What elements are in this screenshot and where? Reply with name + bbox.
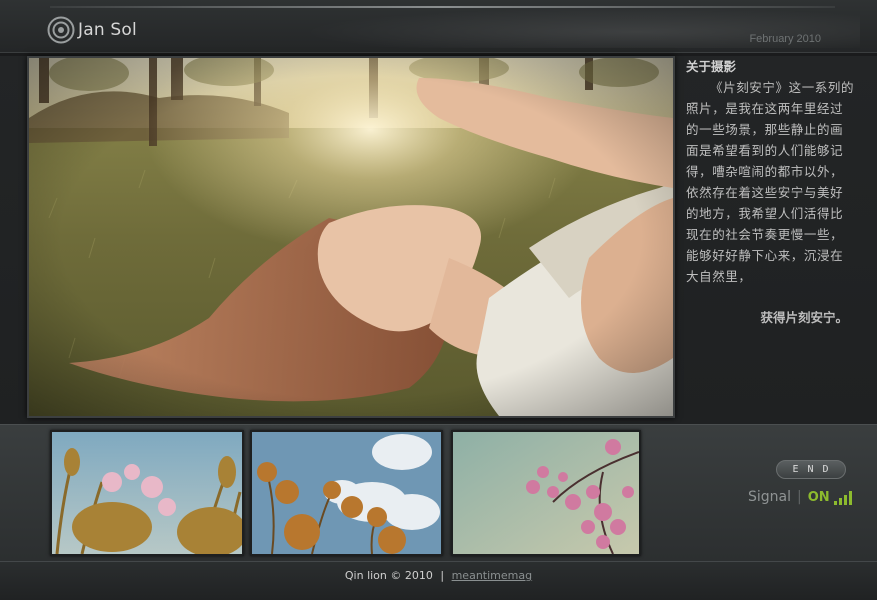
footer-separator: | — [440, 569, 445, 582]
header: Jan Sol February 2010 — [0, 0, 877, 56]
thumbnail-strip: END Signal | ON — [0, 424, 877, 561]
signal-label: Signal — [748, 489, 792, 505]
thumbnail-image — [453, 432, 639, 554]
footer-link[interactable]: meantimemag — [452, 569, 533, 582]
thumbnail-image — [52, 432, 242, 554]
signal-separator: | — [797, 489, 802, 505]
thumbnail-flowers-pink[interactable] — [50, 430, 244, 556]
main-photo-image — [29, 58, 673, 416]
thumbnail-pink-blossoms[interactable] — [451, 430, 641, 556]
author-name: Jan Sol — [78, 20, 137, 40]
main-photo[interactable] — [27, 56, 675, 418]
article-signature: 获得片刻安宁。 — [760, 310, 848, 325]
thumbnail-plants-sky[interactable] — [250, 430, 443, 556]
circle-logo-icon — [47, 16, 75, 44]
logo[interactable]: Jan Sol — [47, 16, 137, 44]
signal-bars-icon — [832, 491, 852, 505]
article-title: 关于摄影 — [686, 59, 737, 74]
thumbnail-image — [252, 432, 441, 554]
article: 关于摄影 《片刻安宁》这一系列的照片，是我在这两年里经过的一些场景，那些静止的画… — [686, 56, 856, 328]
end-button[interactable]: END — [776, 460, 846, 479]
signal-state: ON — [807, 490, 830, 505]
header-date: February 2010 — [749, 33, 821, 45]
main-area: 关于摄影 《片刻安宁》这一系列的照片，是我在这两年里经过的一些场景，那些静止的画… — [0, 56, 877, 424]
signal-indicator[interactable]: Signal | ON — [748, 489, 852, 505]
footer: Qin lion © 2010 | meantimemag — [0, 561, 877, 600]
footer-copyright: Qin lion © 2010 — [344, 569, 433, 582]
article-body: 《片刻安宁》这一系列的照片，是我在这两年里经过的一些场景，那些静止的画面是希望看… — [686, 80, 855, 284]
